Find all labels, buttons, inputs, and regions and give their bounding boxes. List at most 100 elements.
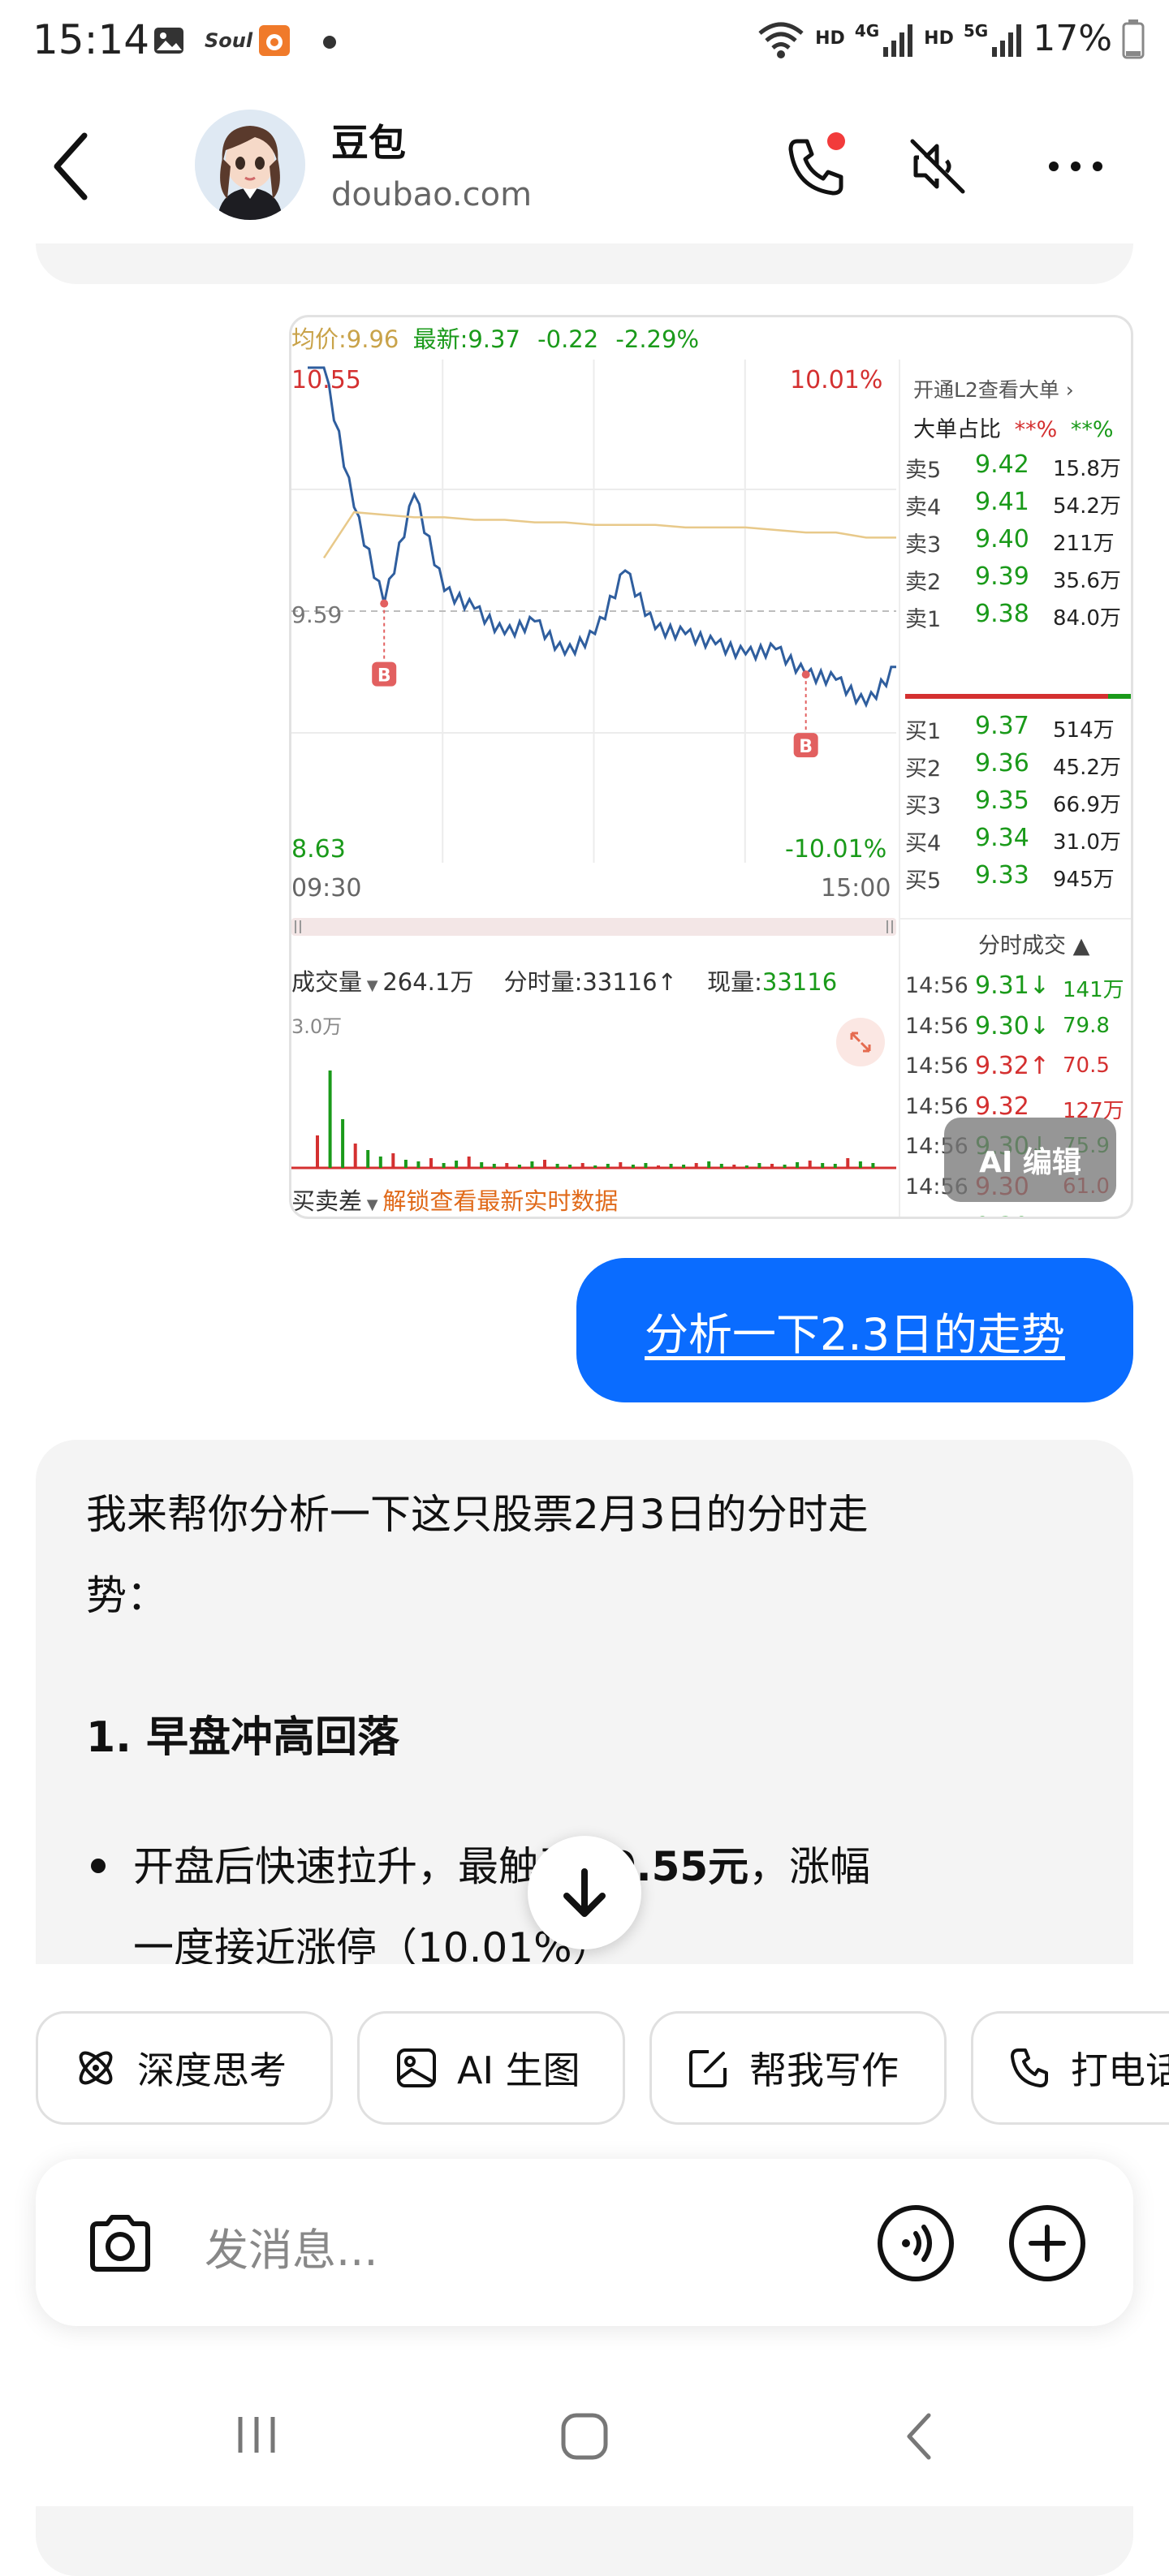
volume-bar — [808, 1161, 812, 1168]
volume-bar — [846, 1158, 850, 1168]
ask-price: 9.38 — [975, 600, 1029, 628]
scroll-to-bottom-button[interactable] — [528, 1836, 641, 1949]
tick-price: 9.32 — [975, 1092, 1029, 1121]
system-back-icon[interactable] — [896, 2410, 945, 2462]
ask-label: 卖4 — [905, 495, 942, 520]
pct-low-label: -10.01% — [785, 835, 887, 864]
volume-bar — [631, 1165, 635, 1168]
hd-label-2: HD — [924, 28, 954, 49]
clock: 15:14 — [32, 16, 150, 63]
volume-bar — [657, 1165, 660, 1168]
arrow-down-icon — [563, 1868, 606, 1917]
svg-text:B: B — [799, 737, 813, 757]
bid-price: 9.37 — [975, 712, 1029, 740]
volume-bar — [391, 1153, 395, 1168]
time-range-scrollbar[interactable] — [291, 918, 896, 936]
volume-bar — [505, 1163, 509, 1168]
voice-input-icon[interactable] — [875, 2203, 956, 2284]
ask-price: 9.41 — [975, 488, 1029, 516]
volume-info-line: 成交量 ▼ 264.1万 分时量:33116↑ 现量:33116 — [291, 968, 838, 996]
ask-volume: 15.8万 — [1053, 457, 1121, 481]
gallery-icon — [154, 28, 183, 54]
volume-bar — [429, 1158, 433, 1168]
chip-deep-thinking[interactable]: 深度思考 — [36, 2011, 333, 2125]
tick-price: 9.30↓ — [975, 1213, 1050, 1217]
camera-icon[interactable] — [81, 2204, 159, 2282]
ai-edit-button[interactable]: AI 编辑 — [944, 1118, 1116, 1202]
volume-bar — [378, 1157, 382, 1168]
ticks-header[interactable]: 分时成交 ▲ — [978, 928, 1089, 959]
volume-bar — [719, 1164, 723, 1168]
bid-label: 买1 — [905, 719, 942, 744]
volume-bar — [530, 1161, 534, 1168]
back-arrow-icon[interactable] — [42, 126, 107, 207]
tick-volume: 141万 — [1063, 978, 1124, 1002]
bid-row: 买4 9.34 31.0万 — [900, 822, 1131, 859]
ask-volume: 35.6万 — [1053, 569, 1121, 593]
price-high-label: 10.55 — [291, 366, 361, 394]
ai-intro-line-1: 我来帮你分析一下这只股票2月3日的分时走 — [86, 1491, 869, 1538]
wifi-icon — [758, 22, 804, 58]
home-icon[interactable] — [559, 2410, 610, 2462]
volume-bar — [568, 1165, 572, 1168]
ask-volume: 211万 — [1053, 532, 1115, 556]
notification-app-icon — [259, 25, 290, 56]
ask-price: 9.39 — [975, 562, 1029, 591]
user-message-bubble[interactable]: 分析一下2.3日的走势 — [576, 1258, 1133, 1402]
chip-writing[interactable]: 帮我写作 — [649, 2011, 947, 2125]
tick-row: 14:56 9.31↓ 141万 — [900, 970, 1131, 1010]
svg-text:B: B — [377, 666, 391, 687]
volume-bar — [480, 1162, 484, 1168]
volume-bar — [467, 1157, 471, 1168]
ask-row: 卖2 9.39 35.6万 — [900, 561, 1131, 598]
recent-apps-icon[interactable] — [232, 2410, 281, 2459]
ai-section-title: 1. 早盘冲高回落 — [86, 1713, 400, 1762]
mute-speaker-icon[interactable] — [901, 130, 974, 203]
stock-top-line: 均价:9.96 最新:9.37 -0.22 -2.29% — [291, 325, 700, 353]
signal-5g: 5G — [964, 21, 1023, 57]
chat-header: 豆包 doubao.com — [0, 85, 1169, 243]
volume-bar — [492, 1164, 496, 1168]
volume-bar — [682, 1165, 686, 1168]
volume-bar — [796, 1162, 800, 1168]
more-options-icon[interactable] — [1039, 130, 1112, 203]
message-input[interactable]: 发消息... — [205, 2214, 378, 2278]
ask-bid-divider — [905, 694, 1131, 699]
tick-row: 14:56 9.30↓ 79.8 — [900, 1010, 1131, 1051]
tick-label: 14:56 — [905, 1093, 968, 1119]
volume-bar — [341, 1119, 345, 1168]
price-ref-label: 9.59 — [291, 601, 343, 628]
phone-call-icon[interactable] — [779, 130, 852, 203]
volume-bar — [783, 1165, 787, 1168]
volume-bar — [593, 1165, 597, 1168]
volume-bar — [543, 1160, 546, 1168]
tick-row: 14:56 9.32↑ 70.5 — [900, 1050, 1131, 1091]
dot-icon — [323, 36, 336, 49]
volume-bar — [833, 1164, 837, 1168]
add-icon[interactable] — [1007, 2203, 1088, 2284]
order-book-panel: 开通L2查看大单 › 大单占比 **% **% 卖5 9.42 15.8万 卖4 9.4… — [899, 360, 1131, 1217]
volume-bar — [669, 1164, 673, 1168]
volume-bar — [366, 1150, 370, 1168]
ask-row: 卖4 9.41 54.2万 — [900, 486, 1131, 523]
tick-label: 14:56 — [905, 973, 968, 998]
volume-bar — [353, 1144, 357, 1168]
volume-bar — [328, 1070, 332, 1168]
bid-price: 9.34 — [975, 824, 1029, 852]
image-icon — [397, 2048, 436, 2087]
stock-screenshot-image[interactable]: 均价:9.96 最新:9.37 -0.22 -2.29% BB 10.55 10… — [289, 315, 1133, 1219]
edit-icon — [689, 2050, 727, 2087]
tick-volume: 70.5 — [1063, 1053, 1110, 1078]
volume-bar — [694, 1163, 698, 1168]
chip-ai-image[interactable]: AI 生图 — [357, 2011, 625, 2125]
l2-link[interactable]: 开通L2查看大单 › — [913, 374, 1074, 403]
pct-high-label: 10.01% — [790, 366, 883, 394]
tick-volume: 53.0 — [1063, 1214, 1110, 1217]
unlock-link[interactable]: 解锁查看最新实时数据 — [382, 1187, 618, 1215]
chip-label: 帮我写作 — [749, 2048, 899, 2092]
ask-row: 卖5 9.42 15.8万 — [900, 449, 1131, 486]
ask-row: 卖1 9.38 84.0万 — [900, 598, 1131, 635]
chip-phone-call[interactable]: 打电话 — [971, 2011, 1169, 2125]
avatar[interactable] — [195, 110, 305, 220]
price-line-chart: BB — [291, 360, 896, 863]
